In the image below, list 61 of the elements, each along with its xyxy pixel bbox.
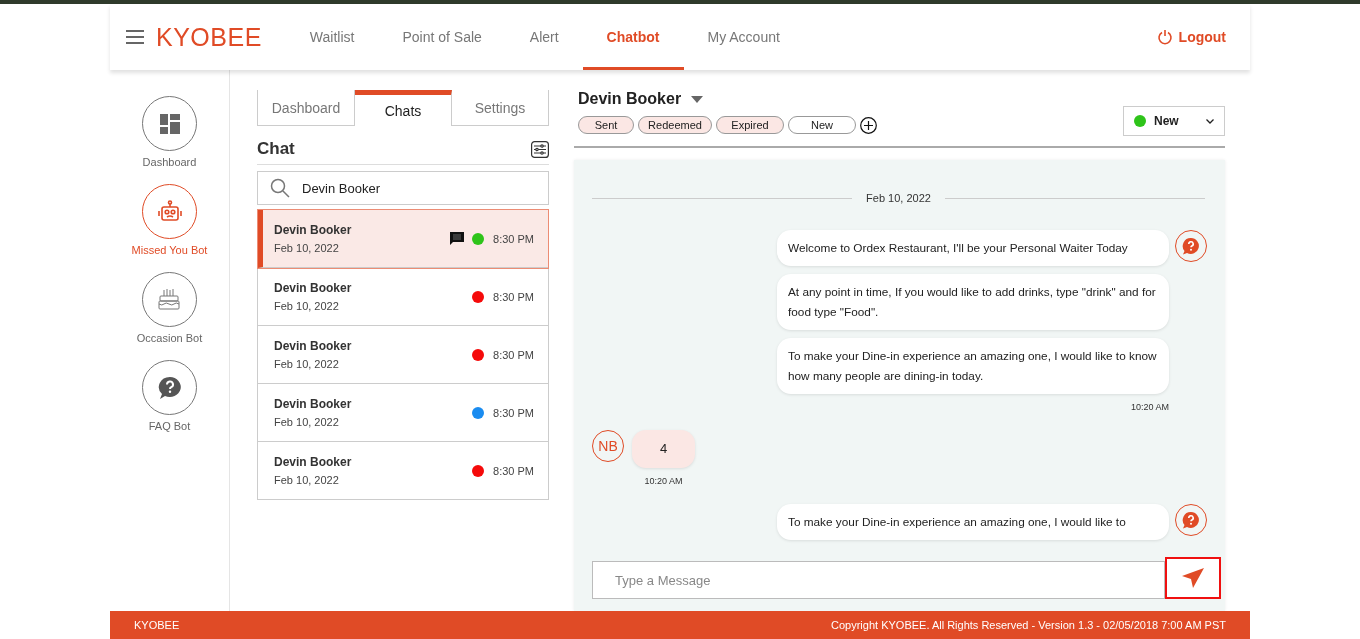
chat-date: Feb 10, 2022 [274, 300, 340, 312]
chat-time: 8:30 PM [493, 232, 534, 245]
contact-name: Devin Booker [274, 223, 353, 237]
chat-list-item[interactable]: Devin Booker Feb 10, 2022 8:30 PM [258, 210, 548, 268]
contact-name: Devin Booker [274, 397, 353, 411]
menu-icon[interactable] [126, 30, 144, 44]
tab[interactable]: Dashboard [258, 90, 355, 126]
filter-icon[interactable] [531, 140, 549, 158]
message-bubble: Welcome to Ordex Restaurant, I'll be your Personal Waiter Today [777, 230, 1169, 266]
logout-link[interactable]: Logout [1156, 29, 1226, 45]
chat-title: Chat [257, 139, 295, 159]
nav-link[interactable]: My Account [683, 4, 804, 70]
tag[interactable]: Redeemed [638, 116, 712, 134]
search-icon [270, 178, 290, 198]
contact-name: Devin Booker [274, 281, 353, 295]
add-icon[interactable] [860, 116, 877, 134]
message-input[interactable]: Type a Message [592, 561, 1165, 599]
message-time: 10:20 AM [644, 476, 683, 486]
dashboard-icon [159, 113, 180, 134]
status-dropdown[interactable]: New [1123, 106, 1225, 136]
chat-time: 8:30 PM [493, 290, 534, 303]
chat-time: 8:30 PM [493, 348, 534, 361]
help-bubble-icon [1182, 237, 1200, 255]
contact-name: Devin Booker [578, 90, 682, 108]
footer-brand: KYOBEE [134, 619, 180, 631]
nav-link[interactable]: Waitlist [285, 4, 379, 70]
chat-time: 8:30 PM [493, 406, 534, 419]
message-bubble: 4 [632, 430, 696, 468]
chat-date: Feb 10, 2022 [274, 358, 340, 370]
message-bubble: At any point in time, If you would like to add drinks, type "drink" and for food type "Food". [777, 274, 1169, 330]
nav-link[interactable]: Point of Sale [378, 4, 506, 70]
help-bubble-icon [1182, 511, 1200, 529]
robot-icon [156, 199, 183, 224]
power-icon [1156, 29, 1173, 45]
tab[interactable]: Settings [452, 90, 549, 126]
send-icon [1182, 568, 1204, 588]
cake-icon [156, 287, 183, 312]
chat-date: Feb 10, 2022 [274, 474, 340, 486]
logo: KYOBEE [156, 22, 262, 52]
tag[interactable]: Expired [716, 116, 784, 134]
chevron-icon [1206, 118, 1214, 124]
chat-time: 8:30 PM [493, 464, 534, 477]
message-bubble: To make your Dine-in experience an amazing one, I would like to know how many people are dining-in today. [777, 338, 1169, 394]
nav-link[interactable]: Chatbot [582, 4, 684, 70]
send-button[interactable] [1165, 557, 1221, 599]
tag[interactable]: Sent [578, 116, 634, 134]
search-field[interactable]: Devin Booker [257, 171, 549, 205]
tag-input[interactable]: New [788, 116, 856, 134]
message-bubble: To make your Dine-in experience an amazing one, I would like to [777, 504, 1169, 540]
chat-list-item[interactable]: Devin Booker Feb 10, 2022 8:30 PM [258, 268, 548, 326]
message-time: 10:20 AM [1130, 402, 1169, 412]
chat-date: Feb 10, 2022 [274, 242, 340, 254]
question-bubble-icon [156, 375, 183, 400]
nav-link[interactable]: Alert [505, 4, 583, 70]
copyright-text: Copyright KYOBEE. All Rights Reserved - Version 1.3 - 02/05/2018 7:00 AM PST [831, 619, 1226, 631]
tab[interactable]: Chats [355, 90, 452, 126]
contact-name: Devin Booker [274, 455, 353, 469]
contact-name: Devin Booker [274, 339, 353, 353]
caret-icon[interactable] [691, 95, 704, 103]
chat-date: Feb 10, 2022 [274, 416, 340, 428]
date-divider: Feb 10, 2022 [866, 192, 931, 204]
